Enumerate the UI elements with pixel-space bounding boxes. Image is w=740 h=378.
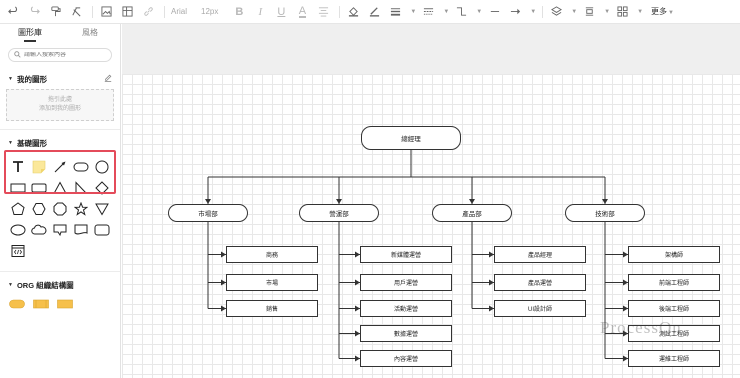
redo-icon[interactable] xyxy=(27,3,41,21)
line-width-icon[interactable] xyxy=(388,3,402,21)
org-shapes-title: ORG 組織結構圖 xyxy=(16,280,74,290)
org-node-role[interactable]: 銷售 xyxy=(226,300,318,317)
chevron-down-icon[interactable]: ▼ xyxy=(530,9,536,15)
org-node-role[interactable]: 用戶運營 xyxy=(360,274,452,291)
org-node-department[interactable]: 市場部 xyxy=(168,204,248,222)
rounded-rect-small-icon[interactable] xyxy=(91,219,112,240)
org-node-role[interactable]: 架構師 xyxy=(628,246,720,263)
more-menu[interactable]: 更多▼ xyxy=(651,6,674,17)
search-box xyxy=(8,48,112,62)
cloud-icon[interactable] xyxy=(28,219,49,240)
arrow-end-icon[interactable] xyxy=(508,3,522,21)
org-node-role[interactable]: UI設計師 xyxy=(494,300,586,317)
caret-down-icon: ▼ xyxy=(8,140,13,146)
underline-icon[interactable]: U xyxy=(274,3,288,21)
tab-shape-library[interactable]: 圖形庫 xyxy=(0,24,60,44)
canvas-area: 總經理 市場部 營運部 產品部 技術部 商務 市場 銷售 新媒體運營 用戶運營 … xyxy=(122,24,740,378)
my-shapes-title: 我的圖形 xyxy=(16,74,47,84)
basic-shapes-header[interactable]: ▼ 基礎圖形 xyxy=(0,136,120,150)
my-shapes-header[interactable]: ▼ 我的圖形 xyxy=(0,72,120,86)
org-node-department[interactable]: 營運部 xyxy=(299,204,379,222)
speech-bubble-icon[interactable] xyxy=(49,219,70,240)
org-node-role[interactable]: 運維工程師 xyxy=(628,350,720,367)
caret-down-icon: ▼ xyxy=(8,282,13,288)
bold-icon[interactable]: B xyxy=(232,3,246,21)
section-divider xyxy=(0,271,120,272)
star-icon[interactable] xyxy=(70,198,91,219)
org-rect-node-icon[interactable] xyxy=(32,296,50,312)
section-divider xyxy=(0,129,120,130)
line-style-icon[interactable] xyxy=(421,3,435,21)
org-node-role[interactable]: 產品經理 xyxy=(494,246,586,263)
hexagon-icon[interactable] xyxy=(28,198,49,219)
toolbar-divider xyxy=(542,5,544,18)
connector-style-icon[interactable] xyxy=(454,3,468,21)
drop-hint-line-2: 添加到我的圖形 xyxy=(38,106,81,112)
caret-down-icon: ▼ xyxy=(8,76,13,82)
undo-icon[interactable] xyxy=(6,3,20,21)
org-node-root[interactable]: 總經理 xyxy=(361,126,461,150)
inverted-triangle-icon[interactable] xyxy=(91,198,112,219)
org-node-role[interactable]: 產品運營 xyxy=(494,274,586,291)
chevron-down-icon: ▼ xyxy=(668,10,674,16)
arrange-icon[interactable] xyxy=(582,3,596,21)
org-node-role[interactable]: 商務 xyxy=(226,246,318,263)
chevron-down-icon[interactable]: ▼ xyxy=(410,9,416,15)
arrow-start-icon[interactable] xyxy=(487,3,501,21)
chevron-down-icon[interactable]: ▼ xyxy=(637,9,643,15)
my-shapes-drop-zone[interactable]: 拖引此處 添加到我的圖形 xyxy=(6,89,114,121)
search-input[interactable] xyxy=(24,52,111,58)
toolbar-divider xyxy=(339,5,341,18)
org-node-department[interactable]: 產品部 xyxy=(432,204,512,222)
layer-icon[interactable] xyxy=(549,3,563,21)
org-node-role[interactable]: 後端工程師 xyxy=(628,300,720,317)
toolbar-divider xyxy=(164,5,165,18)
code-block-icon[interactable] xyxy=(7,240,28,261)
org-node-role[interactable]: 新媒體運營 xyxy=(360,246,452,263)
org-node-role[interactable]: 活動運營 xyxy=(360,300,452,317)
toolbar: Arial 12px B I U A ▼ ▼ ▼ ▼ ▼ ▼ ▼ 更多▼ xyxy=(0,0,740,24)
org-plain-node-icon[interactable] xyxy=(56,296,74,312)
org-shapes-grid xyxy=(8,296,120,312)
selection-highlight xyxy=(4,150,116,194)
font-color-icon[interactable]: A xyxy=(295,3,309,21)
format-painter-icon[interactable] xyxy=(48,3,62,21)
clear-format-icon[interactable] xyxy=(69,3,83,21)
basic-shapes-title: 基礎圖形 xyxy=(16,138,47,148)
pentagon-icon[interactable] xyxy=(7,198,28,219)
org-node-role[interactable]: 數據運營 xyxy=(360,325,452,342)
image-icon[interactable] xyxy=(99,3,113,21)
fill-color-icon[interactable] xyxy=(346,3,360,21)
org-node-role[interactable]: 市場 xyxy=(226,274,318,291)
font-family-select[interactable]: Arial xyxy=(171,7,187,16)
chevron-down-icon[interactable]: ▼ xyxy=(571,9,577,15)
search-icon xyxy=(14,50,21,60)
font-size-select[interactable]: 12px xyxy=(201,7,218,16)
italic-icon[interactable]: I xyxy=(253,3,267,21)
org-node-role[interactable]: 前端工程師 xyxy=(628,274,720,291)
chevron-down-icon[interactable]: ▼ xyxy=(443,9,449,15)
link-icon[interactable] xyxy=(141,3,155,21)
chevron-down-icon[interactable]: ▼ xyxy=(476,9,482,15)
org-shapes-header[interactable]: ▼ ORG 組織結構圖 xyxy=(0,278,120,292)
drop-hint-line-1: 拖引此處 xyxy=(47,97,72,103)
toolbar-divider xyxy=(92,5,93,18)
tab-style[interactable]: 風格 xyxy=(60,24,120,44)
line-color-icon[interactable] xyxy=(367,3,381,21)
sidebar-tabs: 圖形庫 風格 xyxy=(0,24,120,44)
org-node-role[interactable]: 內容運營 xyxy=(360,350,452,367)
org-rounded-node-icon[interactable] xyxy=(8,296,26,312)
sidebar: 圖形庫 風格 ▼ 我的圖形 拖引此處 添加到我的圖形 ▼ 基礎圖形 xyxy=(0,24,121,378)
processon-watermark: ProcessOn xyxy=(600,318,682,337)
chevron-down-icon[interactable]: ▼ xyxy=(604,9,610,15)
octagon-icon[interactable] xyxy=(49,198,70,219)
group-icon[interactable] xyxy=(615,3,629,21)
edit-icon[interactable] xyxy=(104,74,112,84)
align-icon[interactable] xyxy=(316,3,330,21)
document-shape-icon[interactable] xyxy=(70,219,91,240)
org-node-department[interactable]: 技術部 xyxy=(565,204,645,222)
ellipse-icon[interactable] xyxy=(7,219,28,240)
more-label: 更多 xyxy=(651,7,668,16)
table-icon[interactable] xyxy=(120,3,134,21)
